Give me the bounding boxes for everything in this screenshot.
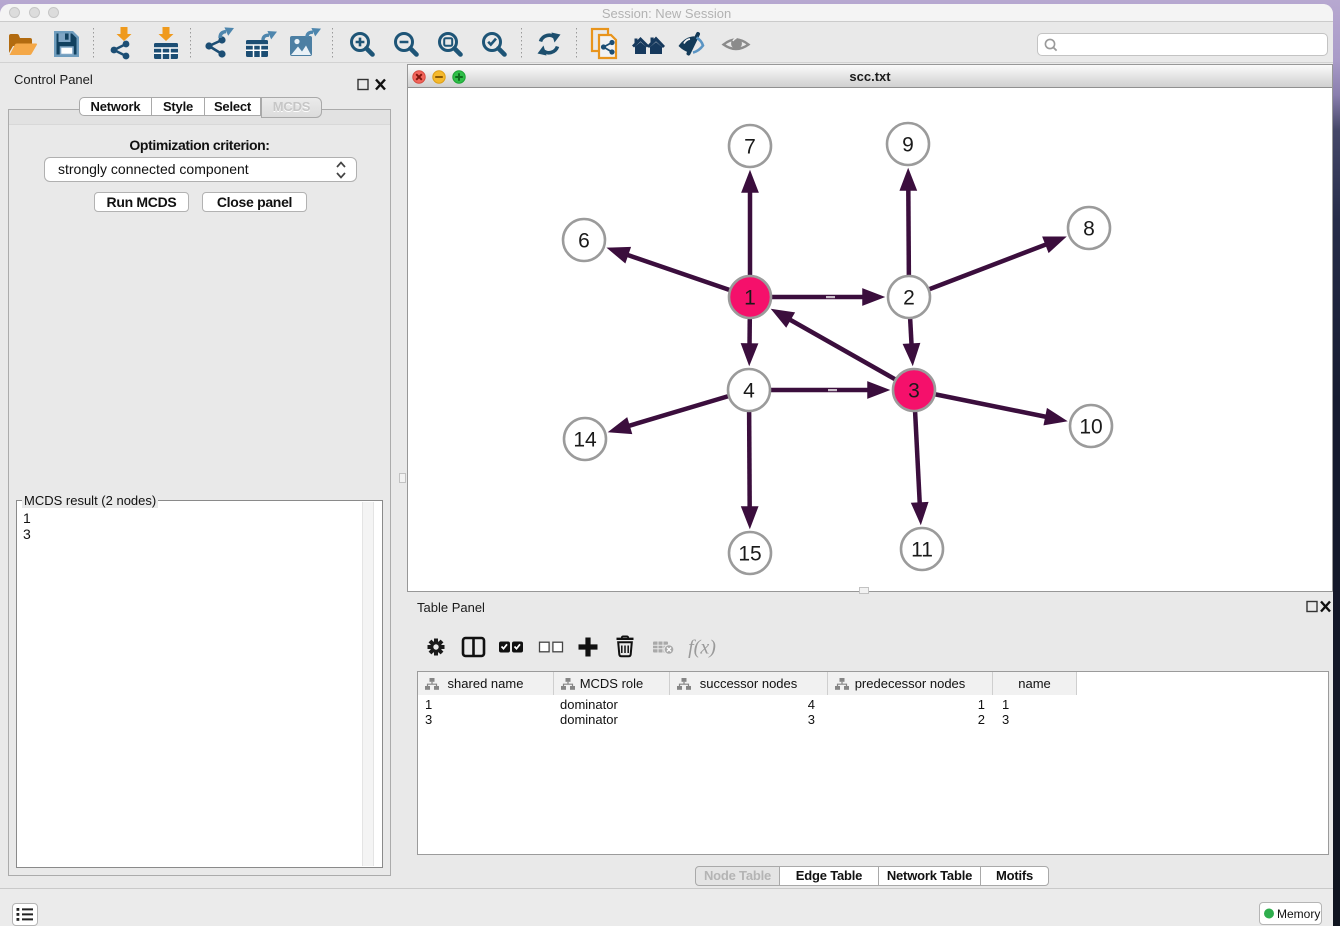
- svg-text:9: 9: [902, 134, 914, 157]
- svg-text:6: 6: [578, 230, 590, 253]
- svg-text:3: 3: [908, 380, 920, 403]
- svg-text:Memory: Memory: [1277, 907, 1320, 921]
- svg-text:15: 15: [738, 543, 761, 566]
- svg-text:1: 1: [744, 287, 756, 310]
- svg-text:7: 7: [744, 136, 756, 159]
- svg-text:8: 8: [1083, 218, 1095, 241]
- svg-text:2: 2: [903, 287, 915, 310]
- svg-text:f(x): f(x): [688, 637, 716, 659]
- svg-text:11: 11: [911, 539, 933, 562]
- svg-text:14: 14: [573, 429, 597, 452]
- svg-text:4: 4: [743, 380, 755, 403]
- svg-text:10: 10: [1079, 416, 1102, 439]
